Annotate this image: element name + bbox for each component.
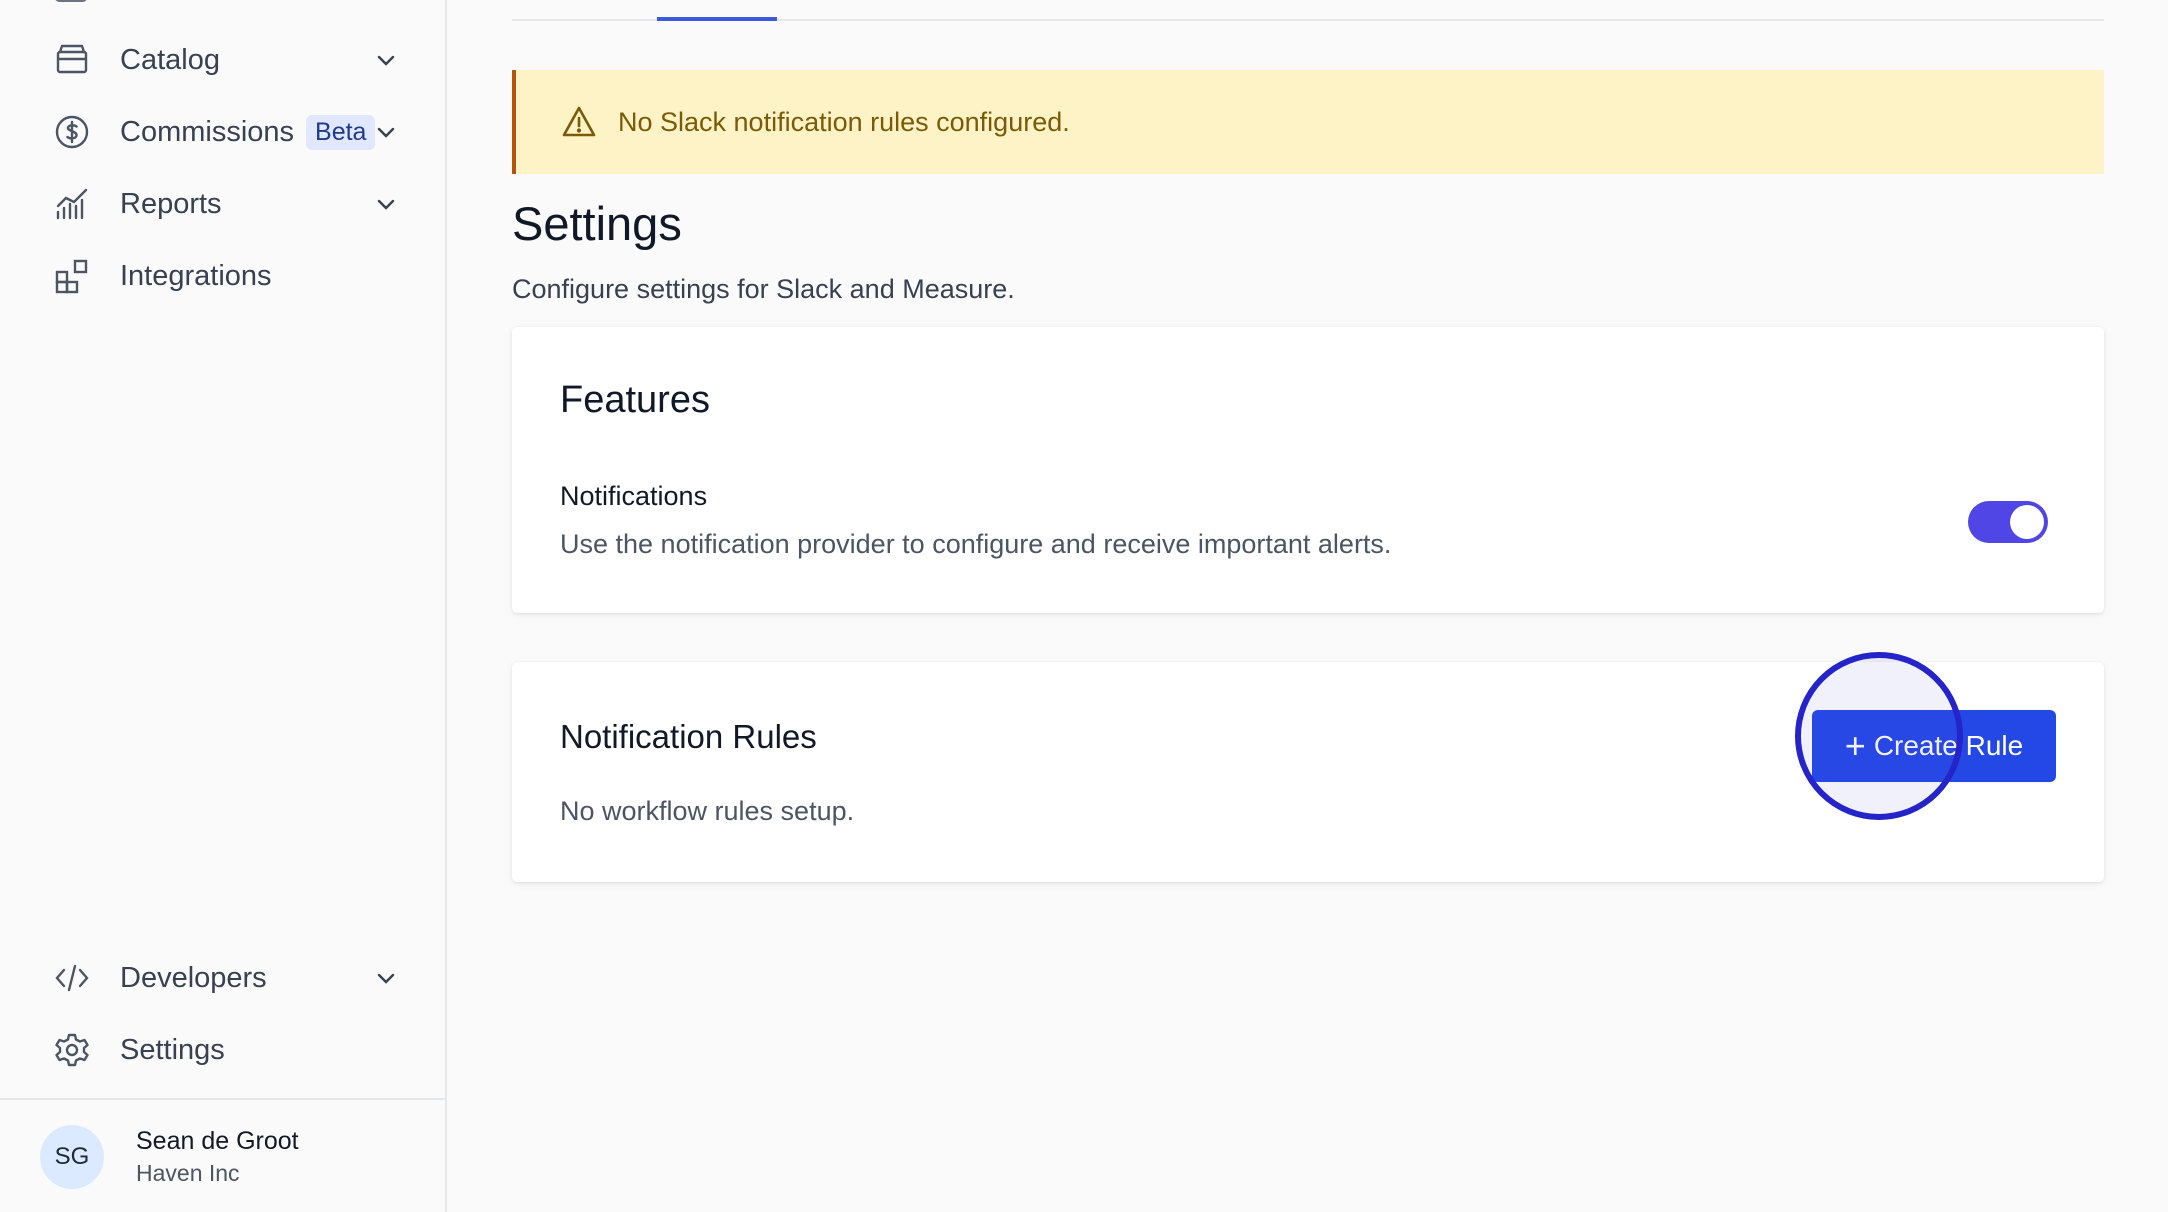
user-profile[interactable]: SG Sean de Groot Haven Inc (40, 1124, 420, 1190)
create-rule-label: Create Rule (1873, 730, 2024, 761)
sidebar-item-label: Reports (120, 187, 222, 220)
beta-badge: Beta (306, 114, 376, 150)
user-org: Haven Inc (136, 1160, 240, 1186)
avatar: SG (40, 1125, 104, 1189)
notification-rules-title: Notification Rules (560, 718, 817, 755)
notifications-label: Notifications (560, 481, 708, 511)
partial-item-icon (54, 0, 88, 2)
active-tab-indicator (657, 17, 777, 21)
plus-icon: + (1844, 725, 1866, 766)
chevron-down-icon[interactable] (374, 192, 398, 216)
page-subtitle: Configure settings for Slack and Measure… (512, 274, 1015, 304)
sidebar-item-label: Commissions (120, 115, 295, 148)
sidebar-item-label: Catalog (120, 43, 220, 76)
chart-icon (52, 184, 92, 224)
features-card: Features Notifications Use the notificat… (512, 327, 2104, 613)
create-rule-button[interactable]: + Create Rule (1812, 710, 2056, 782)
sidebar-item-catalog[interactable]: Catalog (40, 30, 420, 90)
page-title: Settings (512, 197, 682, 250)
features-title: Features (560, 379, 710, 421)
sidebar-item-partial[interactable] (54, 0, 314, 4)
sidebar-divider (0, 1098, 445, 1100)
code-icon (52, 958, 92, 998)
sidebar-item-integrations[interactable]: Integrations (40, 246, 420, 306)
notifications-toggle[interactable] (1968, 501, 2048, 543)
dollar-icon (52, 112, 92, 152)
user-name: Sean de Groot (136, 1127, 299, 1155)
sidebar-item-commissions[interactable]: Commissions Beta (40, 102, 420, 162)
alert-text: No Slack notification rules configured. (618, 106, 1070, 137)
sidebar-item-label: Developers (120, 961, 267, 994)
sidebar-item-label: Settings (120, 1033, 225, 1066)
chevron-down-icon[interactable] (374, 48, 398, 72)
main-content: No Slack notification rules configured. … (512, 0, 2104, 1212)
warning-alert: No Slack notification rules configured. (512, 70, 2104, 174)
chevron-down-icon[interactable] (374, 966, 398, 990)
gear-icon (52, 1030, 92, 1070)
sidebar-item-reports[interactable]: Reports (40, 174, 420, 234)
warning-icon (562, 105, 596, 139)
notification-rules-card: Notification Rules No workflow rules set… (512, 652, 2104, 882)
grid-plus-icon (52, 256, 92, 296)
sidebar-item-developers[interactable]: Developers (40, 948, 420, 1008)
chevron-down-icon[interactable] (374, 120, 398, 144)
user-info: Sean de Groot Haven Inc (136, 1125, 299, 1189)
sidebar: Catalog Commissions Beta Reports Integra… (0, 0, 447, 1212)
archive-icon (52, 40, 92, 80)
notifications-description: Use the notification provider to configu… (560, 529, 1392, 559)
toggle-knob (2010, 505, 2044, 539)
sidebar-item-label: Integrations (120, 259, 272, 292)
sidebar-item-settings[interactable]: Settings (40, 1020, 420, 1080)
rules-empty-state: No workflow rules setup. (560, 796, 855, 826)
